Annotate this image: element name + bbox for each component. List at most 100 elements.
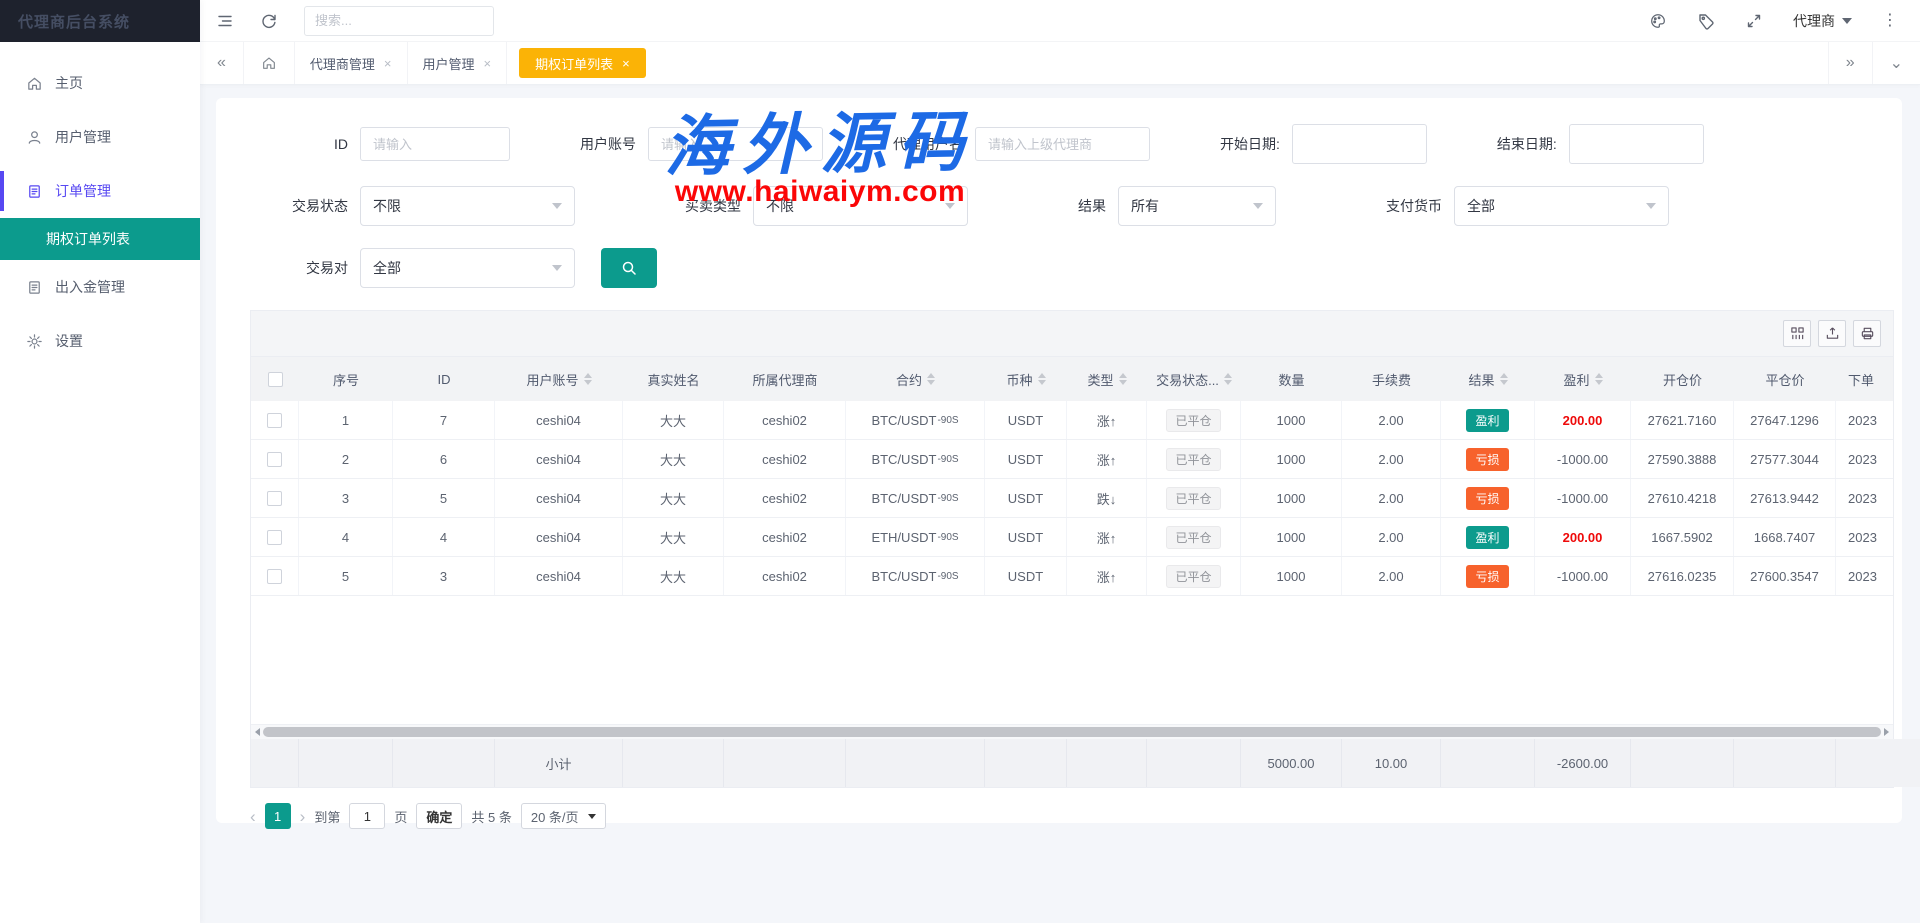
id-input[interactable] — [360, 127, 510, 161]
summary-cell-account: 小计 — [495, 739, 623, 787]
trade-status-select[interactable]: 不限 — [360, 186, 575, 226]
tab-agent-management[interactable]: 代理商管理 × — [295, 42, 408, 84]
filter-agent: 代理用户名 — [893, 127, 1150, 161]
page-size-select[interactable]: 20 条/页 — [521, 803, 606, 829]
current-page-button[interactable]: 1 — [265, 803, 291, 829]
select-all-checkbox[interactable] — [268, 372, 283, 387]
search-button[interactable] — [601, 248, 657, 288]
prev-page-icon[interactable]: ‹ — [250, 808, 256, 825]
trade-pair-select[interactable]: 全部 — [360, 248, 575, 288]
table-cell-fee: 2.00 — [1342, 401, 1441, 439]
header-cell[interactable]: 合约 — [846, 357, 985, 401]
filter-row-3: 交易对 全部 — [276, 248, 1902, 288]
tag-icon[interactable] — [1697, 12, 1715, 30]
filter-label: 代理用户名 — [893, 134, 963, 154]
menu-collapse-icon[interactable] — [216, 12, 234, 30]
table-cell-open_price: 1667.5902 — [1631, 518, 1734, 556]
tabs-scroll-left-icon[interactable]: « — [200, 42, 244, 84]
sort-icon[interactable] — [1595, 373, 1603, 385]
sidebar-item-home[interactable]: 主页 — [0, 56, 200, 110]
scroll-right-icon[interactable] — [1884, 728, 1889, 736]
content-card: ID 用户账号 代理用户名 开始日期: — [216, 98, 1902, 823]
table-body: 17ceshi04大大ceshi02BTC/USDT-90SUSDT涨↑已平仓1… — [251, 401, 1893, 596]
header-cell[interactable]: 盈利 — [1535, 357, 1631, 401]
result-badge: 盈利 — [1466, 409, 1508, 432]
columns-icon[interactable] — [1783, 320, 1811, 347]
row-checkbox[interactable] — [267, 569, 282, 584]
sidebar-item-order-management[interactable]: 订单管理 — [0, 164, 200, 218]
print-icon[interactable] — [1853, 320, 1881, 347]
palette-icon[interactable] — [1649, 12, 1667, 30]
export-icon[interactable] — [1818, 320, 1846, 347]
contract-suffix: -90S — [937, 454, 958, 465]
sidebar-item-user-management[interactable]: 用户管理 — [0, 110, 200, 164]
tabs-scroll-right-icon[interactable]: » — [1828, 42, 1872, 84]
sidebar-item-settings[interactable]: 设置 — [0, 314, 200, 368]
table-cell-result: 盈利 — [1441, 401, 1535, 439]
header-cell[interactable]: 用户账号 — [495, 357, 623, 401]
user-icon — [26, 129, 43, 146]
filter-label: ID — [276, 136, 348, 152]
table-cell-quantity: 1000 — [1241, 557, 1342, 595]
result-select[interactable]: 所有 — [1118, 186, 1276, 226]
table-empty-space — [251, 596, 1893, 724]
table-cell-order_time: 2023 — [1836, 440, 1893, 478]
summary-cell-order_time — [1836, 739, 1920, 787]
start-date-input[interactable] — [1292, 124, 1427, 164]
sort-icon[interactable] — [1038, 373, 1046, 385]
table-cell-close_price: 27647.1296 — [1734, 401, 1836, 439]
global-search-input[interactable] — [304, 6, 494, 36]
header-cell: 真实姓名 — [623, 357, 724, 401]
sort-icon[interactable] — [1224, 373, 1232, 385]
home-tab-icon[interactable] — [244, 42, 295, 84]
goto-page-input[interactable] — [349, 803, 385, 829]
sort-icon[interactable] — [1500, 373, 1508, 385]
user-menu-label: 代理商 — [1793, 11, 1835, 31]
row-checkbox[interactable] — [267, 452, 282, 467]
sort-icon[interactable] — [584, 373, 592, 385]
select-value: 全部 — [1467, 196, 1495, 216]
confirm-page-button[interactable]: 确定 — [416, 803, 462, 829]
next-page-icon[interactable]: › — [300, 808, 306, 825]
close-icon[interactable]: × — [384, 56, 392, 71]
sort-icon[interactable] — [927, 373, 935, 385]
header-select-all[interactable] — [251, 357, 299, 401]
close-icon[interactable]: × — [484, 56, 492, 71]
header-cell[interactable]: 类型 — [1067, 357, 1147, 401]
account-input[interactable] — [648, 127, 823, 161]
main-area: 代理商 ⋮ « 代理商管理 × 用户管理 × 期权订单列表 × — [200, 0, 1920, 923]
order-type-select[interactable]: 不限 — [753, 186, 968, 226]
refresh-icon[interactable] — [260, 12, 278, 30]
tabs-dropdown-icon[interactable]: ⌄ — [1872, 42, 1920, 84]
agent-input[interactable] — [975, 127, 1150, 161]
header-cell[interactable]: 结果 — [1441, 357, 1535, 401]
pay-currency-select[interactable]: 全部 — [1454, 186, 1669, 226]
header-cell: 所属代理商 — [724, 357, 846, 401]
header-label: 结果 — [1468, 370, 1494, 389]
tab-option-order-list[interactable]: 期权订单列表 × — [519, 48, 646, 78]
kebab-menu-icon[interactable]: ⋮ — [1882, 13, 1898, 29]
contract-name: BTC/USDT — [871, 413, 936, 428]
scrollbar-thumb[interactable] — [263, 727, 1881, 737]
sort-icon[interactable] — [1119, 373, 1127, 385]
row-checkbox[interactable] — [267, 530, 282, 545]
fullscreen-icon[interactable] — [1745, 12, 1763, 30]
table-cell-close_price: 1668.7407 — [1734, 518, 1836, 556]
header-cell[interactable]: 交易状态... — [1147, 357, 1241, 401]
table-cell-open_price: 27616.0235 — [1631, 557, 1734, 595]
horizontal-scrollbar[interactable] — [251, 724, 1893, 739]
table-row: 35ceshi04大大ceshi02BTC/USDT-90SUSDT跌↓已平仓1… — [251, 479, 1893, 518]
header-cell[interactable]: 币种 — [985, 357, 1067, 401]
sidebar-item-deposit-withdraw[interactable]: 出入金管理 — [0, 260, 200, 314]
header-label: 交易状态... — [1156, 370, 1219, 389]
user-menu[interactable]: 代理商 — [1793, 11, 1852, 31]
close-icon[interactable]: × — [622, 56, 630, 71]
tab-user-management[interactable]: 用户管理 × — [408, 42, 508, 84]
table-cell-open_price: 27621.7160 — [1631, 401, 1734, 439]
row-checkbox[interactable] — [267, 491, 282, 506]
end-date-input[interactable] — [1569, 124, 1704, 164]
sidebar-subitem-option-order-list[interactable]: 期权订单列表 — [0, 218, 200, 260]
scroll-left-icon[interactable] — [255, 728, 260, 736]
row-checkbox[interactable] — [267, 413, 282, 428]
summary-cell-result — [1441, 739, 1535, 787]
